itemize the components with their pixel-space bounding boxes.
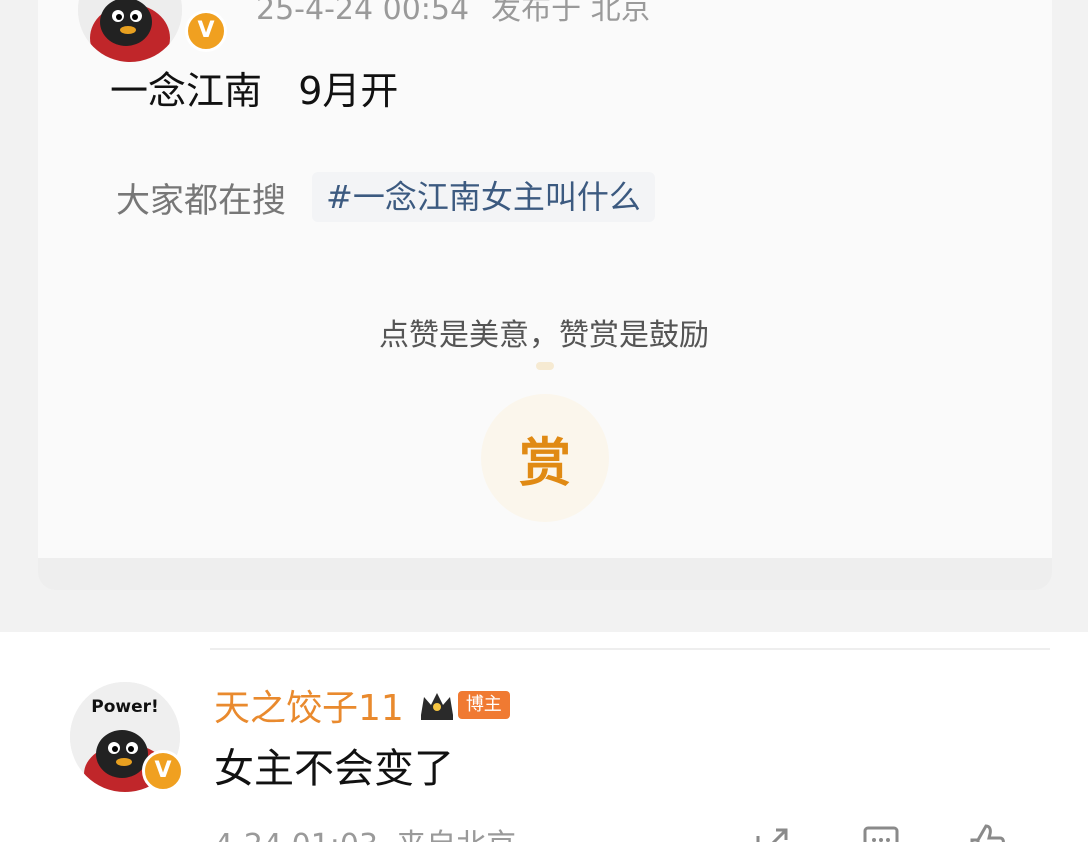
comment-meta: 4-24 01:03 来自北京	[214, 820, 516, 842]
weibo-post-page: V 25-4-24 00:54 发布于 北京 一念江南 9月开 大家都在搜 #一念…	[0, 0, 1088, 842]
crown-icon	[420, 693, 453, 720]
avatar-power-text: Power!	[91, 697, 159, 717]
trending-search-row: 大家都在搜 #一念江南女主叫什么	[116, 172, 655, 222]
comment-text: 女主不会变了	[214, 746, 454, 792]
comment-divider	[210, 648, 1050, 650]
verified-v-icon: V	[185, 10, 227, 52]
comment-icon[interactable]	[860, 822, 902, 842]
comment-location: 来自北京	[396, 828, 516, 842]
post-date: 25-4-24 00:54	[256, 0, 470, 27]
trending-topic-link[interactable]: #一念江南女主叫什么	[312, 172, 655, 222]
post-location: 发布于 北京	[491, 0, 651, 27]
commenter-username[interactable]: 天之饺子11	[214, 679, 404, 731]
reward-button-label: 赏	[518, 433, 571, 494]
reward-indicator	[536, 362, 554, 370]
post-meta: 25-4-24 00:54 发布于 北京	[256, 0, 651, 28]
like-icon[interactable]	[966, 822, 1008, 842]
commenter-name-row: 天之饺子11 博主	[214, 679, 510, 731]
verified-v-icon: V	[142, 750, 184, 792]
penguin-avatar-image	[78, 0, 182, 62]
post-text: 一念江南 9月开	[110, 69, 399, 113]
comment-date: 4-24 01:03	[214, 828, 378, 842]
reward-button[interactable]: 赏	[481, 394, 609, 522]
card-bottom-edge	[38, 558, 1052, 590]
reward-caption: 点赞是美意，赞赏是鼓励	[379, 318, 709, 353]
blogger-badge: 博主	[457, 691, 510, 719]
post-author-avatar[interactable]	[78, 0, 182, 62]
trending-search-label: 大家都在搜	[116, 180, 286, 221]
comment-item: Power! V 天之饺子11 博主 女主不会变了 4-24 01:03 来自北京	[0, 632, 1088, 842]
share-icon[interactable]	[752, 822, 794, 842]
